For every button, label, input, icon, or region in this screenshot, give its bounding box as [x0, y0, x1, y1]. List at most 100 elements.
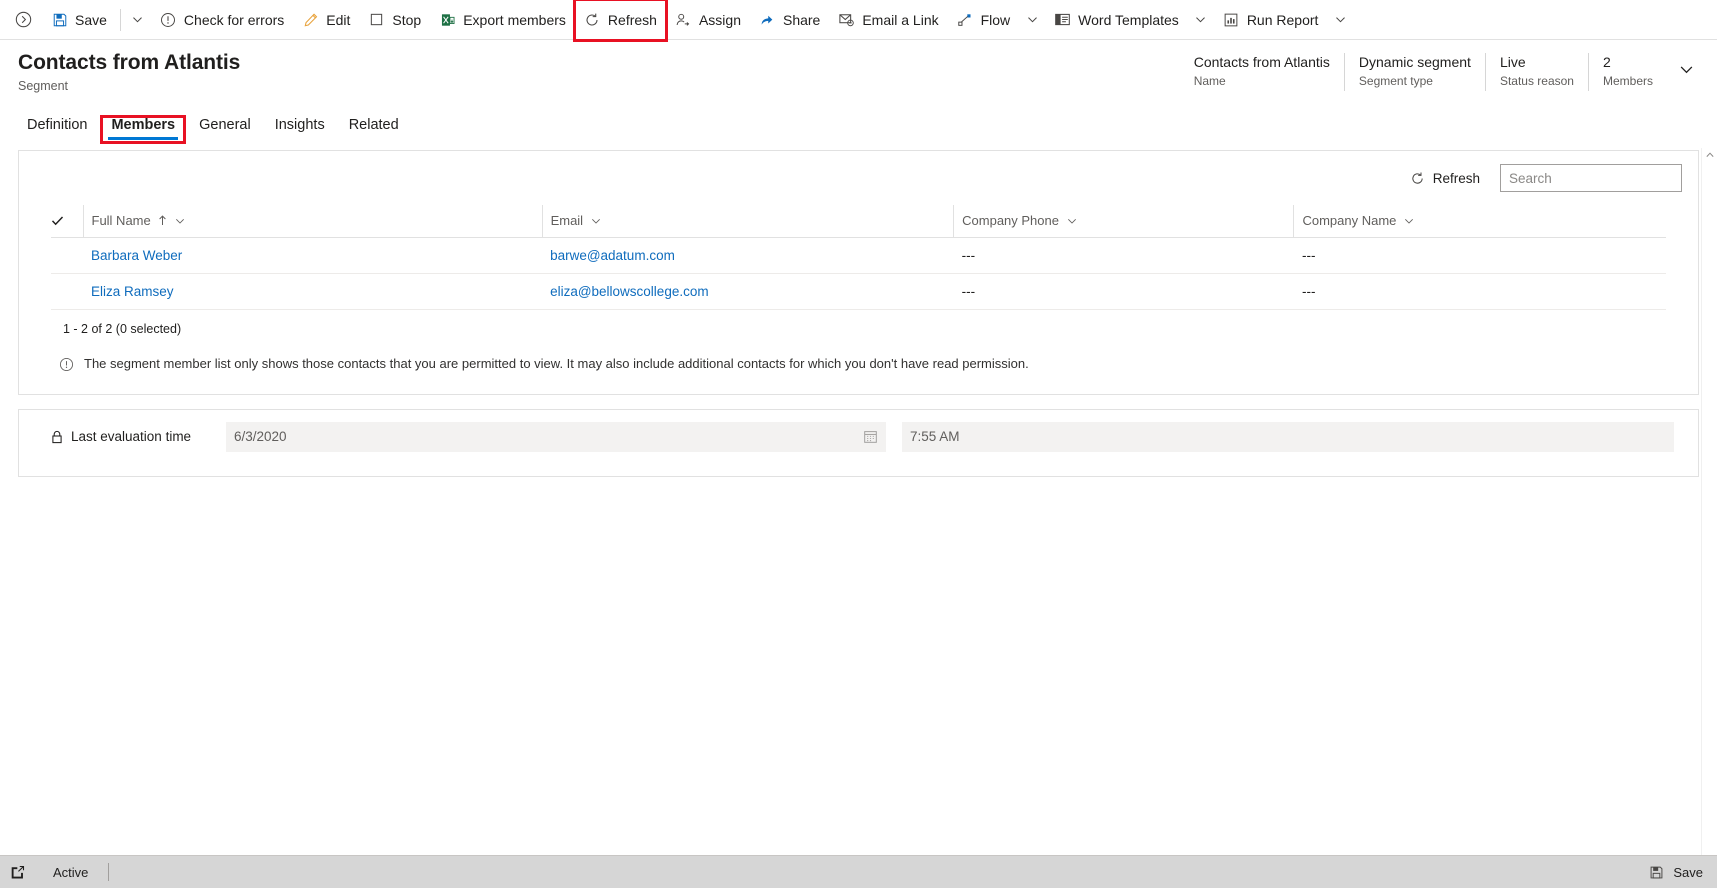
members-grid-panel: Refresh Search Full Name Email Company P… — [18, 150, 1715, 395]
run-report-label: Run Report — [1246, 11, 1319, 28]
save-button[interactable]: Save — [42, 0, 116, 40]
app-root: Save Check for errors Edit Stop Export m… — [0, 0, 1717, 888]
excel-icon — [439, 11, 456, 28]
save-icon — [51, 11, 68, 28]
chevron-down-icon[interactable] — [175, 216, 185, 226]
save-dropdown-caret[interactable] — [125, 0, 151, 40]
cell-company-name: --- — [1293, 273, 1666, 310]
header-field-status-reason: Live Status reason — [1484, 53, 1588, 91]
calendar-icon[interactable] — [863, 429, 878, 444]
tab-definition[interactable]: Definition — [18, 117, 96, 142]
command-separator — [119, 8, 121, 31]
page-title: Contacts from Atlantis — [18, 51, 241, 74]
status-bar: Active Save — [0, 855, 1717, 888]
check-for-errors-button[interactable]: Check for errors — [151, 0, 293, 40]
tab-related[interactable]: Related — [340, 117, 408, 142]
save-label: Save — [75, 11, 107, 28]
assign-button[interactable]: Assign — [666, 0, 750, 40]
chevron-down-icon[interactable] — [1404, 216, 1414, 226]
last-evaluation-panel: Last evaluation time 6/3/2020 7:55 AM — [18, 408, 1699, 477]
content-body: Refresh Search Full Name Email Company P… — [0, 142, 1717, 855]
column-header-email-label: Email — [550, 213, 584, 229]
record-count: 1 - 2 of 2 (0 selected) — [63, 321, 182, 336]
permission-note: The segment member list only shows those… — [19, 336, 1698, 394]
table-body: Barbara Weber barwe@adatum.com --- --- E… — [51, 237, 1666, 310]
header-field-members-value: 2 — [1602, 54, 1611, 70]
column-header-company-phone[interactable]: Company Phone — [953, 205, 1294, 238]
email-link[interactable]: eliza@bellowscollege.com — [550, 284, 709, 299]
share-button[interactable]: Share — [750, 0, 829, 40]
flow-label: Flow — [980, 11, 1011, 28]
assign-person-icon — [675, 11, 692, 28]
cell-company-name: --- — [1293, 237, 1666, 274]
chevron-down-icon[interactable] — [591, 216, 601, 226]
vertical-scrollbar[interactable] — [1701, 148, 1717, 855]
stop-square-icon — [368, 11, 385, 28]
row-checkbox[interactable] — [51, 273, 83, 310]
cell-email[interactable]: eliza@bellowscollege.com — [542, 273, 954, 310]
cell-full-name[interactable]: Eliza Ramsey — [83, 273, 543, 310]
tab-general[interactable]: General — [190, 117, 260, 142]
email-a-link-button[interactable]: Email a Link — [829, 0, 947, 40]
run-report-dropdown-caret[interactable] — [1327, 0, 1353, 40]
word-templates-dropdown-caret[interactable] — [1188, 0, 1214, 40]
record-header: Contacts from Atlantis Segment Contacts … — [0, 40, 1717, 104]
column-header-company-phone-label: Company Phone — [962, 213, 1059, 229]
arrow-up-icon — [158, 215, 167, 226]
row-checkbox[interactable] — [51, 237, 83, 274]
stop-label: Stop — [392, 11, 422, 28]
cell-email[interactable]: barwe@adatum.com — [542, 237, 954, 274]
grid-refresh-button[interactable]: Refresh — [1401, 165, 1488, 192]
chevron-down-icon[interactable] — [1067, 216, 1077, 226]
last-evaluation-time-field[interactable]: 7:55 AM — [902, 421, 1674, 452]
page-subtitle: Segment — [18, 79, 69, 93]
header-field-name-value: Contacts from Atlantis — [1193, 54, 1330, 70]
grid-toolbar: Refresh — [19, 151, 1715, 205]
column-header-email[interactable]: Email — [541, 205, 954, 238]
flow-dropdown-caret[interactable] — [1019, 0, 1045, 40]
search-input[interactable] — [1501, 165, 1694, 191]
status-divider — [108, 863, 110, 881]
header-field-members-label: Members — [1602, 74, 1653, 88]
edit-button[interactable]: Edit — [293, 0, 359, 40]
record-header-fields: Contacts from Atlantis Name Dynamic segm… — [1180, 50, 1701, 91]
refresh-button[interactable]: Refresh — [572, 0, 668, 42]
stop-button[interactable]: Stop — [359, 0, 430, 40]
word-template-icon — [1054, 11, 1071, 28]
refresh-label: Refresh — [607, 11, 657, 28]
email-link[interactable]: barwe@adatum.com — [550, 248, 675, 263]
search-box[interactable] — [1500, 164, 1715, 192]
popout-icon[interactable] — [10, 865, 25, 880]
command-group-save: Save — [42, 0, 151, 40]
command-group-run-report: Run Report — [1214, 0, 1354, 40]
column-header-company-name-label: Company Name — [1302, 213, 1397, 229]
tab-insights[interactable]: Insights — [266, 117, 334, 142]
export-members-button[interactable]: Export members — [430, 0, 575, 40]
word-templates-label: Word Templates — [1078, 11, 1179, 28]
status-save-button[interactable]: Save — [1648, 864, 1703, 881]
command-group-flow: Flow — [948, 0, 1046, 40]
column-header-full-name[interactable]: Full Name — [82, 205, 543, 238]
chevron-down-icon[interactable] — [1671, 53, 1701, 85]
scrollbar-up-arrow[interactable] — [1702, 148, 1717, 162]
column-header-full-name-label: Full Name — [91, 213, 151, 229]
tab-members[interactable]: Members — [100, 115, 187, 144]
select-all-checkbox[interactable] — [51, 205, 83, 238]
command-group-word-templates: Word Templates — [1045, 0, 1214, 40]
word-templates-button[interactable]: Word Templates — [1045, 0, 1188, 40]
contact-link[interactable]: Barbara Weber — [91, 248, 182, 263]
run-report-button[interactable]: Run Report — [1214, 0, 1328, 40]
assign-label: Assign — [698, 11, 741, 28]
last-evaluation-date-field[interactable]: 6/3/2020 — [226, 421, 886, 452]
grid-refresh-label: Refresh — [1432, 170, 1480, 186]
column-header-company-name[interactable]: Company Name — [1293, 205, 1666, 238]
table-row[interactable]: Eliza Ramsey eliza@bellowscollege.com --… — [51, 273, 1666, 310]
refresh-icon — [584, 11, 601, 28]
flow-button[interactable]: Flow — [948, 0, 1020, 40]
cell-full-name[interactable]: Barbara Weber — [83, 237, 543, 274]
scrollbar-thumb[interactable] — [1704, 162, 1716, 282]
chevron-right-circle-icon[interactable] — [4, 0, 42, 40]
contact-link[interactable]: Eliza Ramsey — [91, 284, 174, 299]
table-row[interactable]: Barbara Weber barwe@adatum.com --- --- — [51, 237, 1666, 274]
table-header-row: Full Name Email Company Phone Company Na… — [51, 205, 1666, 238]
